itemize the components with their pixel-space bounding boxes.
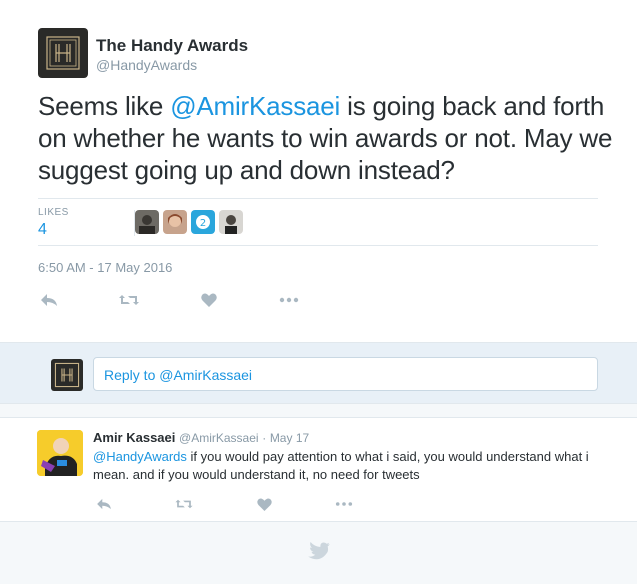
- more-icon[interactable]: [333, 494, 355, 514]
- footer: [0, 522, 637, 584]
- twitter-bird-icon[interactable]: [308, 542, 330, 565]
- liker-avatar[interactable]: [135, 210, 159, 234]
- section-divider: [0, 404, 637, 418]
- mention-link[interactable]: @AmirKassaei: [170, 91, 340, 121]
- reply-author-avatar[interactable]: [37, 430, 83, 476]
- retweet-icon[interactable]: [173, 494, 195, 514]
- reply-icon[interactable]: [38, 290, 60, 310]
- liker-avatar[interactable]: [219, 210, 243, 234]
- reply-text: @HandyAwards if you would pay attention …: [93, 448, 613, 484]
- heart-icon[interactable]: [198, 290, 220, 310]
- reply-author-name[interactable]: Amir Kassaei: [93, 430, 175, 445]
- likes-count[interactable]: 4: [38, 221, 47, 239]
- tweet-timestamp[interactable]: 6:50 AM - 17 May 2016: [38, 260, 172, 275]
- reply-author-handle[interactable]: @AmirKassaei: [179, 431, 259, 445]
- reply-icon[interactable]: [93, 494, 115, 514]
- svg-text:2: 2: [200, 218, 206, 229]
- more-icon[interactable]: [278, 290, 300, 310]
- reply-date[interactable]: May 17: [270, 431, 309, 445]
- liker-avatar[interactable]: [163, 210, 187, 234]
- reply-header: Amir Kassaei @AmirKassaei · May 17: [93, 430, 309, 445]
- reply-mention-link[interactable]: @HandyAwards: [93, 449, 187, 464]
- author-handle[interactable]: @HandyAwards: [96, 57, 197, 73]
- likers-list: 2: [134, 210, 243, 236]
- author-name[interactable]: The Handy Awards: [96, 36, 248, 56]
- author-avatar[interactable]: [38, 28, 88, 78]
- reply-tweet: Amir Kassaei @AmirKassaei · May 17 @Hand…: [0, 418, 637, 522]
- handy-logo-icon: [46, 36, 80, 70]
- retweet-icon[interactable]: [118, 290, 140, 310]
- handy-logo-icon: [54, 362, 80, 388]
- current-user-avatar: [51, 359, 83, 391]
- liker-avatar[interactable]: 2: [191, 210, 215, 234]
- tweet-text-before: Seems like: [38, 91, 171, 121]
- reply-separator: ·: [262, 431, 267, 445]
- tweet-text: Seems like @AmirKassaei is going back an…: [38, 90, 618, 186]
- heart-icon[interactable]: [253, 494, 275, 514]
- reply-input[interactable]: Reply to @AmirKassaei: [93, 357, 598, 391]
- reply-composer: Reply to @AmirKassaei: [0, 342, 637, 404]
- likes-label: LIKES: [38, 207, 69, 218]
- main-tweet: The Handy Awards @HandyAwards Seems like…: [0, 0, 637, 342]
- tweet-stats: LIKES 4 2: [38, 198, 598, 246]
